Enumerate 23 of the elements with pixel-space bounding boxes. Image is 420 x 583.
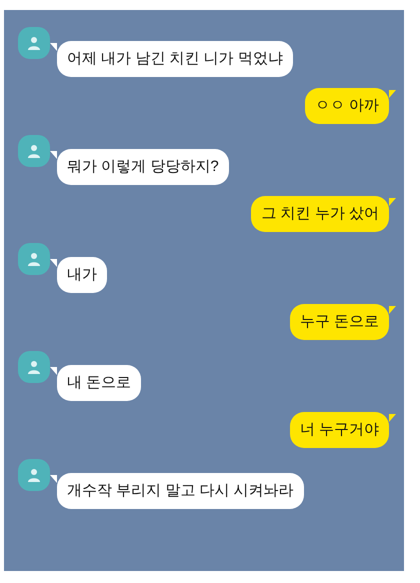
bubble-tail [50, 367, 57, 375]
chat-bubble: ㅇㅇ 아까 [304, 88, 389, 124]
bubble-tail [50, 475, 57, 483]
chat-bubble: 그 치킨 누가 샀어 [251, 196, 389, 232]
bubble-tail [389, 90, 396, 98]
bubble-tail [50, 43, 57, 51]
bubble-tail [389, 198, 396, 206]
chat-bubble: 내가 [57, 257, 107, 293]
avatar-icon [18, 135, 50, 167]
chat-bubble: 어제 내가 남긴 치킨 니가 먹었냐 [57, 41, 293, 77]
bubble-tail [50, 151, 57, 159]
chat-bubble: 너 누구거야 [290, 412, 389, 448]
avatar-icon [18, 243, 50, 275]
avatar-icon [18, 459, 50, 491]
bubble-tail [389, 414, 396, 422]
chat-bubble: 누구 돈으로 [290, 304, 389, 340]
bubble-tail [50, 259, 57, 267]
chat-bubble: 뭐가 이렇게 당당하지? [57, 149, 229, 185]
avatar-icon [18, 27, 50, 59]
chat-bubble: 개수작 부리지 말고 다시 시켜놔라 [57, 473, 304, 509]
avatar-icon [18, 351, 50, 383]
bubble-tail [389, 306, 396, 314]
chat-bubble: 내 돈으로 [57, 365, 142, 401]
